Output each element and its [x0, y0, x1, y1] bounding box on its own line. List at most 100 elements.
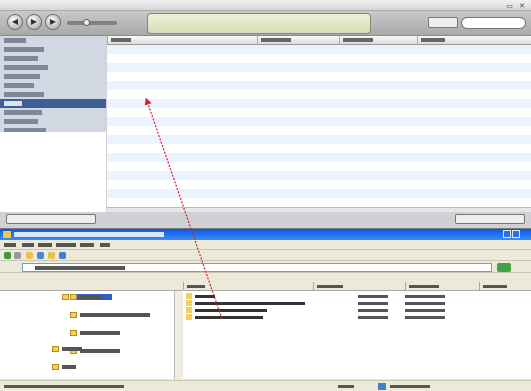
sidebar-buttons[interactable]: [6, 214, 96, 224]
track-list[interactable]: [107, 36, 531, 207]
source-item[interactable]: [0, 54, 106, 63]
back-icon[interactable]: [4, 252, 11, 259]
source-item-label: [4, 38, 26, 43]
status-location: [390, 385, 430, 388]
list-column-label: [483, 285, 507, 288]
status-bar: [0, 380, 531, 391]
file-row[interactable]: [183, 300, 531, 307]
menu-item[interactable]: [4, 243, 16, 247]
source-item-label: [4, 92, 44, 97]
column-header[interactable]: [339, 36, 417, 45]
menu-item[interactable]: [100, 243, 110, 247]
file-row[interactable]: [183, 293, 531, 300]
source-item[interactable]: [0, 63, 106, 72]
explorer-titlebar[interactable]: [0, 229, 531, 248]
itunes-window-title: [4, 2, 224, 9]
file-type: [405, 302, 445, 305]
file-size: [358, 302, 388, 305]
source-item[interactable]: [0, 81, 106, 90]
horizontal-scrollbar[interactable]: [107, 207, 531, 212]
artwork-panel: [0, 132, 106, 212]
list-column-header[interactable]: [313, 282, 405, 291]
file-type: [405, 309, 445, 312]
column-header[interactable]: [257, 36, 339, 45]
source-item[interactable]: [0, 36, 106, 45]
column-header-label: [261, 38, 291, 42]
go-button[interactable]: [497, 263, 511, 272]
column-header[interactable]: [107, 36, 257, 45]
source-item[interactable]: [0, 90, 106, 99]
itunes-window: ▭ ✕ ◀ ▶ ▶: [0, 0, 531, 229]
itunes-window-controls[interactable]: ▭ ✕: [506, 2, 527, 10]
menu-item[interactable]: [38, 243, 52, 247]
column-header[interactable]: [417, 36, 531, 45]
address-text: [35, 266, 125, 270]
list-column-header[interactable]: [479, 282, 531, 291]
volume-slider[interactable]: [67, 19, 117, 26]
list-column-header[interactable]: [183, 282, 313, 291]
folder-icon: [3, 231, 11, 238]
file-icon: [186, 293, 192, 299]
file-type: [405, 295, 445, 298]
play-button[interactable]: ▶: [26, 14, 42, 30]
column-header-label: [421, 38, 445, 42]
status-size: [338, 385, 354, 388]
menu-item[interactable]: [56, 243, 76, 247]
folder-icon: [70, 294, 77, 300]
tree-node-label: [62, 347, 82, 351]
tree-node-label: [80, 295, 102, 299]
track-list-header: [107, 36, 531, 45]
volume-knob[interactable]: [83, 19, 90, 26]
column-header-label: [343, 38, 373, 42]
source-item-label: [4, 65, 48, 70]
source-item[interactable]: [0, 108, 106, 117]
tree-node-label: [80, 313, 150, 317]
tree-node-label: [62, 365, 76, 369]
previous-track-button[interactable]: ◀: [7, 14, 23, 30]
file-icon: [186, 300, 192, 306]
file-size: [358, 295, 388, 298]
folders-pane-header: [0, 282, 182, 291]
source-item[interactable]: [0, 72, 106, 81]
folder-tree[interactable]: [0, 291, 182, 379]
source-item-label: [4, 83, 34, 88]
source-item[interactable]: [0, 45, 106, 54]
file-list[interactable]: [183, 291, 531, 379]
next-track-button[interactable]: ▶: [45, 14, 61, 30]
menu-item[interactable]: [22, 243, 34, 247]
source-item[interactable]: [0, 99, 106, 108]
file-name: [195, 316, 263, 319]
file-row[interactable]: [183, 307, 531, 314]
source-item-label: [4, 47, 44, 52]
lcd-display: [147, 13, 371, 34]
list-column-header[interactable]: [405, 282, 479, 291]
forward-icon[interactable]: [14, 252, 21, 259]
source-item-label: [4, 110, 42, 115]
source-item-label: [4, 56, 38, 61]
search-input[interactable]: [461, 17, 526, 29]
explorer-window-controls[interactable]: [502, 230, 528, 248]
minimize-icon[interactable]: [503, 230, 511, 238]
up-folder-icon[interactable]: [26, 252, 33, 259]
file-name: [195, 295, 215, 298]
view-mode-buttons[interactable]: [428, 17, 458, 28]
itunes-titlebar[interactable]: ▭ ✕: [0, 0, 531, 11]
address-bar: [0, 261, 531, 273]
search-icon[interactable]: [37, 252, 44, 259]
list-column-label: [187, 285, 205, 288]
tree-scrollbar[interactable]: [174, 291, 182, 379]
file-row[interactable]: [183, 314, 531, 321]
file-type: [405, 316, 445, 319]
address-input[interactable]: [22, 263, 492, 272]
menu-item[interactable]: [80, 243, 94, 247]
source-list: [0, 36, 106, 133]
folder-icon: [52, 364, 59, 370]
explorer-toolbar: [0, 250, 531, 261]
source-item[interactable]: [0, 117, 106, 126]
views-icon[interactable]: [59, 252, 66, 259]
folder-icon: [70, 312, 77, 318]
bottom-right-buttons[interactable]: [455, 214, 525, 224]
folders-icon[interactable]: [48, 252, 55, 259]
file-size: [358, 316, 388, 319]
maximize-icon[interactable]: [512, 230, 520, 238]
